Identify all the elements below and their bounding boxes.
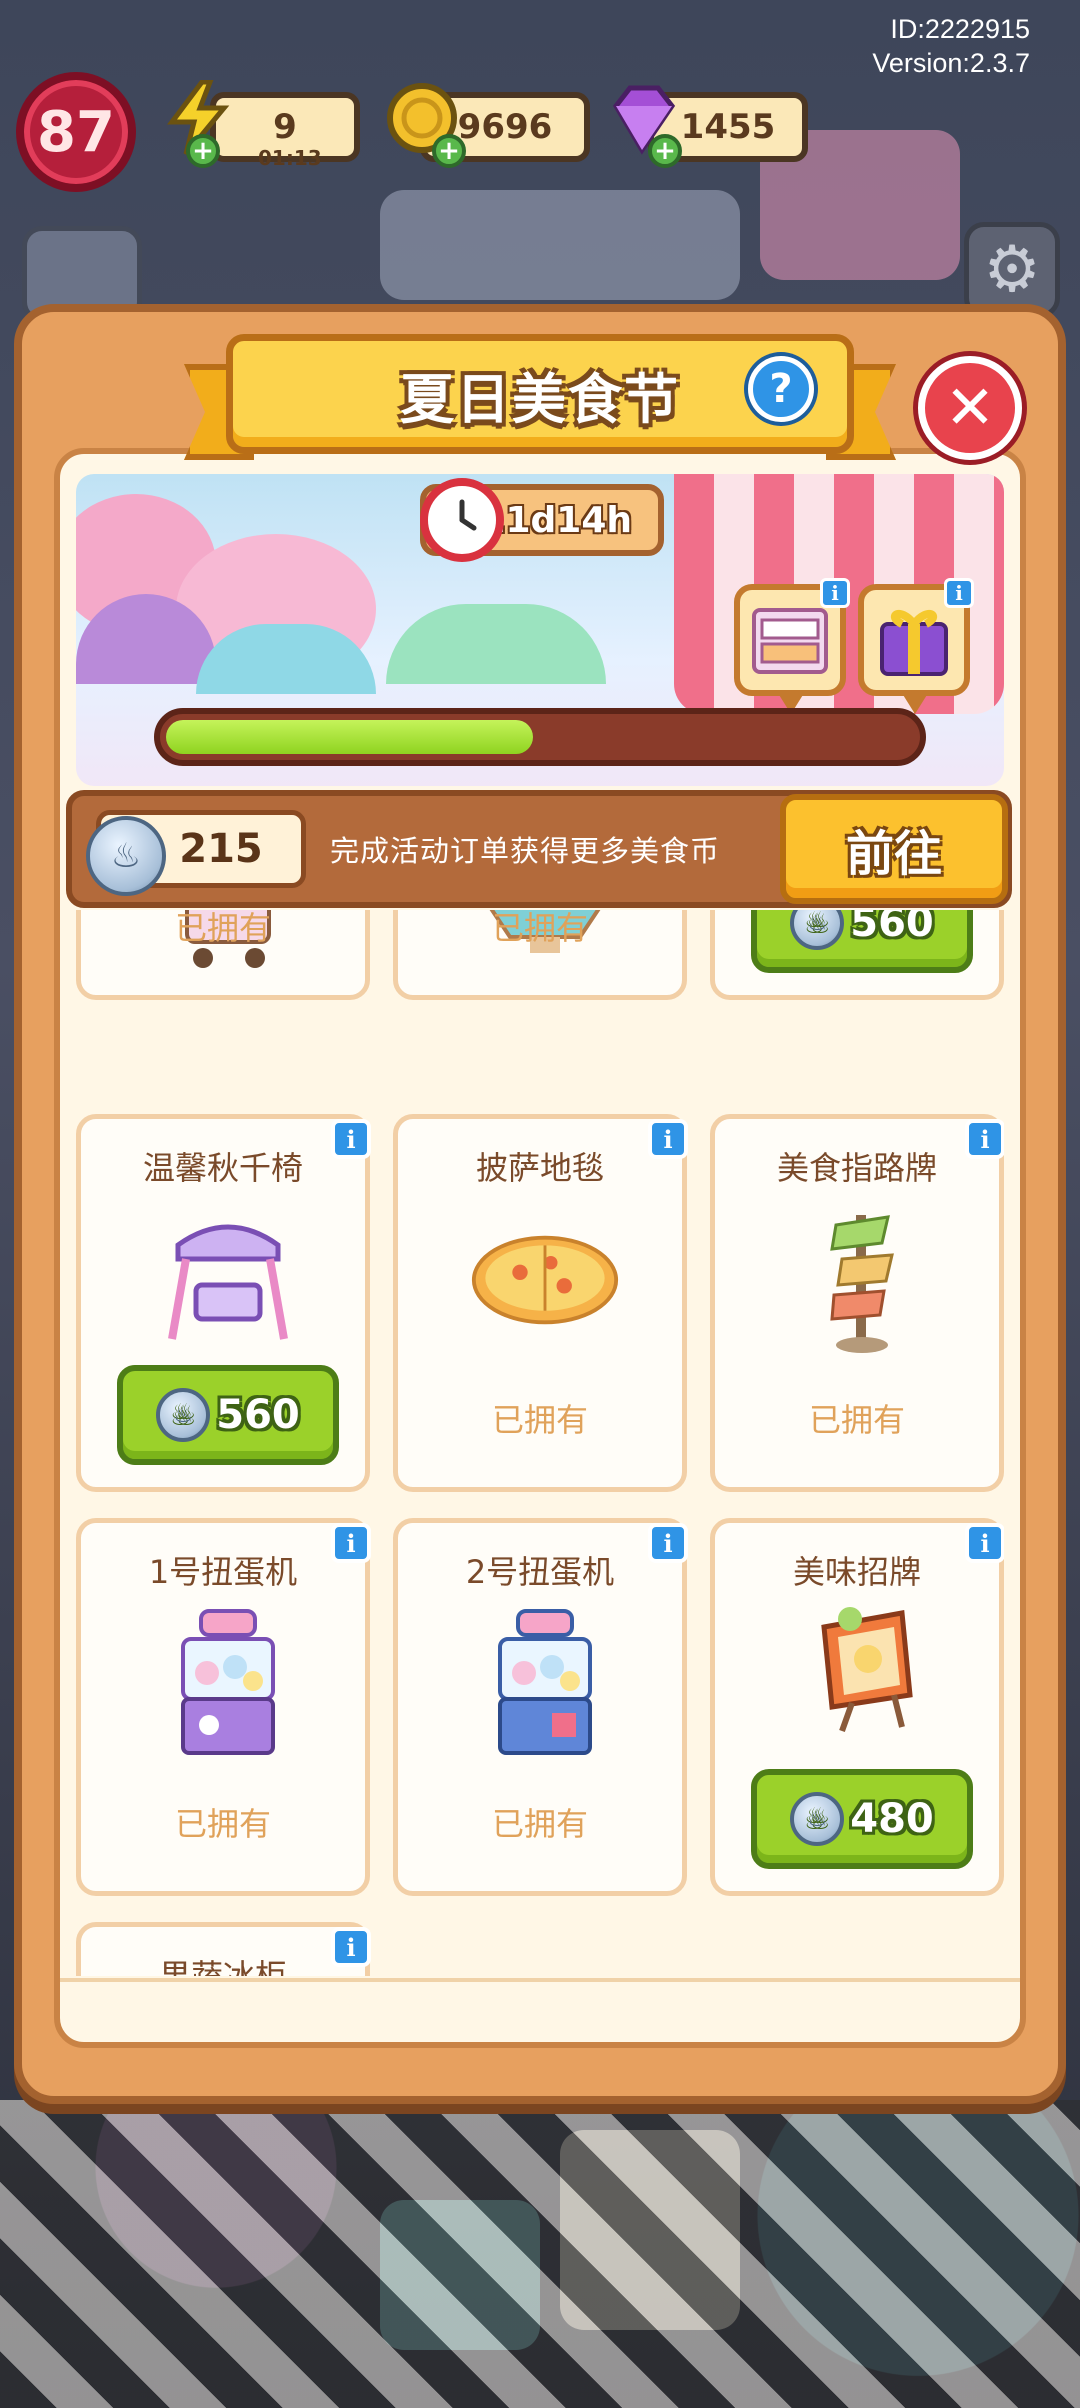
- shop-item-card[interactable]: 1号扭蛋机 i 已拥有: [76, 1518, 371, 1896]
- item-name: 美食指路牌: [776, 1149, 937, 1187]
- energy-value: 9: [273, 107, 297, 147]
- food-coin-value: 215: [179, 826, 263, 872]
- shop-item-grid: 已拥有 已拥有 ♨ 560 温馨秋千椅 i ♨ 560 披萨地毯 i 已拥有 美…: [76, 910, 1004, 1976]
- tasty-signboard-art: [787, 1603, 937, 1733]
- gem-plus-button[interactable]: +: [648, 134, 682, 168]
- shop-item-card[interactable]: 美食指路牌 i 已拥有: [710, 1114, 1004, 1492]
- shop-item-card[interactable]: 披萨地毯 i 已拥有: [393, 1114, 688, 1492]
- energy-timer: 01:13: [258, 146, 322, 170]
- item-name: 果蔬冰柜: [158, 1957, 287, 1976]
- item-name: 温馨秋千椅: [142, 1149, 303, 1187]
- coin-value: 9696: [457, 107, 553, 147]
- player-id: ID:2222915: [890, 14, 1030, 44]
- dialog-title: 夏日美食节: [400, 367, 680, 431]
- owned-label: 已拥有: [491, 1401, 588, 1439]
- food-coin-icon: ♨: [86, 816, 166, 896]
- shop-item-card[interactable]: ♨ 560: [710, 910, 1004, 1000]
- food-coin-icon: ♨: [790, 1792, 845, 1846]
- umbrella-art: [386, 604, 606, 684]
- item-name: 披萨地毯: [475, 1149, 604, 1187]
- version-label: Version:2.3.7: [872, 48, 1030, 78]
- event-progress-bar: [154, 708, 926, 766]
- event-progress-fill: [166, 720, 533, 754]
- food-coin-icon: ♨: [156, 1388, 211, 1442]
- energy-plus-button[interactable]: +: [186, 134, 220, 168]
- item-name: 2号扭蛋机: [465, 1553, 615, 1591]
- shop-item-card[interactable]: 已拥有: [76, 910, 370, 1000]
- shop-item-card[interactable]: 温馨秋千椅 i ♨ 560: [76, 1114, 371, 1492]
- item-info-icon[interactable]: i: [331, 1119, 371, 1159]
- item-name: 美味招牌: [792, 1553, 921, 1591]
- item-price: 560: [850, 910, 934, 946]
- owned-label: 已拥有: [174, 1805, 271, 1843]
- shop-item-card[interactable]: 已拥有: [393, 910, 687, 1000]
- scroll-edge: [60, 1978, 1020, 2014]
- go-button[interactable]: 前往: [780, 794, 1008, 904]
- item-info-icon[interactable]: i: [331, 1927, 371, 1967]
- close-button[interactable]: ✕: [918, 356, 1022, 460]
- shop-item-card[interactable]: 美味招牌 i ♨ 480: [710, 1518, 1004, 1896]
- owned-label: 已拥有: [808, 1401, 905, 1439]
- reward-info-icon[interactable]: i: [944, 578, 974, 608]
- player-level-badge[interactable]: 87: [16, 72, 136, 192]
- owned-label: 已拥有: [174, 910, 271, 947]
- shop-item-card[interactable]: 果蔬冰柜 i: [76, 1922, 371, 1976]
- reward-info-icon[interactable]: i: [820, 578, 850, 608]
- owned-label: 已拥有: [491, 1805, 588, 1843]
- gacha-machine-2-art: [470, 1609, 620, 1759]
- gem-value: 1455: [680, 107, 776, 147]
- item-info-icon[interactable]: i: [648, 1523, 688, 1563]
- food-coin-hint: 完成活动订单获得更多美食币: [330, 834, 721, 868]
- coin-plus-button[interactable]: +: [432, 134, 466, 168]
- cozy-swing-chair-art: [153, 1205, 303, 1355]
- buy-button[interactable]: ♨ 560: [117, 1365, 339, 1465]
- build-info: ID:2222915 Version:2.3.7: [872, 12, 1030, 80]
- help-button[interactable]: ?: [748, 356, 814, 422]
- shop-item-card[interactable]: 2号扭蛋机 i 已拥有: [393, 1518, 688, 1896]
- background-furniture: [380, 190, 740, 300]
- item-info-icon[interactable]: i: [648, 1119, 688, 1159]
- item-name: 1号扭蛋机: [148, 1553, 298, 1591]
- buy-button[interactable]: ♨ 560: [751, 910, 973, 973]
- item-info-icon[interactable]: i: [965, 1523, 1004, 1563]
- food-signpost-art: [787, 1205, 937, 1355]
- item-info-icon[interactable]: i: [965, 1119, 1004, 1159]
- pizza-rug-art: [470, 1205, 620, 1355]
- buy-button[interactable]: ♨ 480: [751, 1769, 973, 1869]
- item-info-icon[interactable]: i: [331, 1523, 371, 1563]
- owned-label: 已拥有: [491, 910, 588, 947]
- clock-icon: [420, 478, 504, 562]
- food-coin-icon: ♨: [790, 910, 845, 950]
- background-floor: [0, 2100, 1080, 2408]
- item-price: 560: [216, 1392, 300, 1438]
- gacha-machine-1-art: [153, 1609, 303, 1759]
- item-price: 480: [850, 1796, 934, 1842]
- player-level-value: 87: [37, 99, 115, 165]
